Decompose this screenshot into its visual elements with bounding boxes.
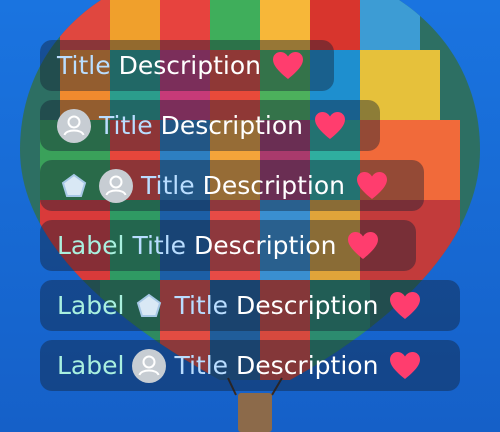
item-description: Description bbox=[236, 351, 379, 380]
list-item[interactable]: Label Title Description bbox=[40, 340, 460, 391]
heart-icon bbox=[390, 351, 421, 379]
list-item[interactable]: Label Title Description bbox=[40, 280, 460, 331]
person-avatar-icon bbox=[99, 168, 133, 203]
item-title: Title bbox=[57, 51, 111, 80]
list-item[interactable]: Title Description bbox=[40, 40, 334, 91]
heart-icon bbox=[356, 171, 387, 199]
item-title: Title bbox=[141, 171, 195, 200]
item-title: Title bbox=[99, 111, 153, 140]
person-avatar-icon bbox=[132, 348, 167, 383]
heart-icon bbox=[314, 111, 345, 139]
item-description: Description bbox=[160, 111, 303, 140]
item-title: Title bbox=[174, 291, 229, 320]
heart-icon bbox=[348, 231, 379, 259]
item-description: Description bbox=[118, 51, 261, 80]
pentagon-icon bbox=[132, 289, 166, 323]
person-avatar-icon bbox=[57, 108, 91, 143]
item-title: Title bbox=[174, 351, 229, 380]
heart-icon bbox=[390, 291, 421, 319]
item-description: Description bbox=[236, 291, 379, 320]
heart-icon bbox=[272, 51, 303, 79]
pentagon-icon bbox=[57, 169, 91, 203]
item-title: Title bbox=[132, 231, 187, 260]
item-label: Label bbox=[57, 291, 125, 320]
item-label: Label bbox=[57, 231, 125, 260]
list-item[interactable]: Title Description bbox=[40, 100, 380, 151]
item-label: Label bbox=[57, 351, 125, 380]
item-description: Description bbox=[202, 171, 345, 200]
list-item[interactable]: Title Description bbox=[40, 160, 424, 211]
item-description: Description bbox=[194, 231, 337, 260]
list-item[interactable]: Label Title Description bbox=[40, 220, 416, 271]
